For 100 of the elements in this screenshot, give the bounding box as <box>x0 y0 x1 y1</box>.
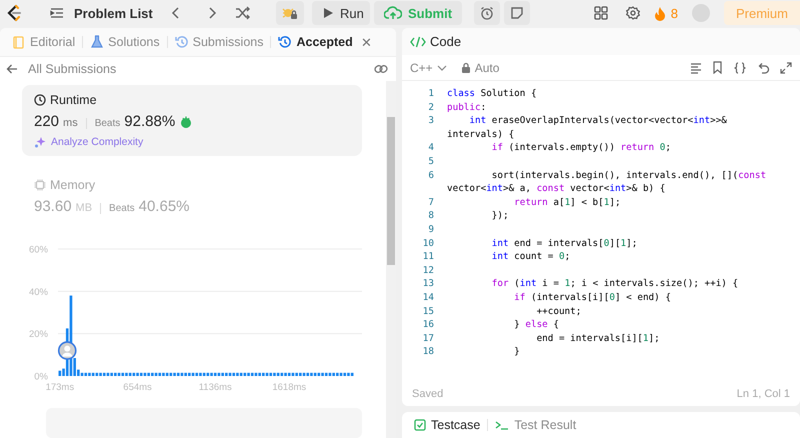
alarm-clock-button[interactable] <box>474 1 500 25</box>
histogram-bar[interactable] <box>254 372 258 376</box>
link-icon[interactable] <box>374 63 388 75</box>
histogram-bar[interactable] <box>154 372 158 376</box>
histogram-bar[interactable] <box>88 372 91 376</box>
histogram-bar[interactable] <box>125 372 128 376</box>
histogram-bar[interactable] <box>262 372 265 376</box>
histogram-bar[interactable] <box>250 372 254 376</box>
histogram-bar[interactable] <box>288 372 291 376</box>
histogram-bar[interactable] <box>202 372 206 376</box>
shuffle-icon[interactable] <box>234 6 251 20</box>
histogram-bar[interactable] <box>140 372 143 376</box>
debug-button[interactable] <box>276 1 304 25</box>
histogram-bar[interactable] <box>77 370 80 376</box>
histogram-bar[interactable] <box>269 372 272 376</box>
histogram-bar[interactable] <box>340 372 342 376</box>
stat-card[interactable]: Runtime 220 ms Beats 92.88% Analyze Complexity <box>22 85 362 156</box>
histogram-bar[interactable] <box>192 372 194 376</box>
histogram-bar[interactable] <box>128 372 132 376</box>
undo-icon[interactable] <box>757 62 770 74</box>
histogram-bar[interactable] <box>166 372 168 376</box>
histogram-bar[interactable] <box>99 372 102 376</box>
histogram-bar[interactable] <box>318 372 320 376</box>
histogram-bar[interactable] <box>343 372 346 376</box>
histogram-bar[interactable] <box>80 372 84 376</box>
histogram-bar[interactable] <box>310 372 313 376</box>
histogram-bar[interactable] <box>347 372 350 376</box>
list-icon[interactable] <box>50 7 64 19</box>
histogram-bar[interactable] <box>147 372 150 376</box>
chevron-left-icon[interactable] <box>170 6 181 20</box>
histogram-bar[interactable] <box>332 372 335 376</box>
histogram-bar[interactable] <box>92 372 94 376</box>
back-arrow-icon[interactable] <box>6 63 18 75</box>
histogram-bar[interactable] <box>225 372 228 376</box>
histogram-bar[interactable] <box>96 372 98 376</box>
histogram-bar[interactable] <box>258 372 261 376</box>
histogram-bar[interactable] <box>314 372 316 376</box>
histogram-bar[interactable] <box>62 368 65 376</box>
histogram-bar[interactable] <box>114 372 117 376</box>
tab[interactable]: Testcase <box>410 418 484 432</box>
histogram-bar[interactable] <box>221 372 224 376</box>
histogram-bar[interactable] <box>299 372 302 376</box>
tab[interactable]: Accepted <box>274 30 357 54</box>
histogram-bar[interactable] <box>280 372 284 376</box>
histogram-bar[interactable] <box>292 372 294 376</box>
settings-icon[interactable] <box>626 6 640 20</box>
histogram-bar[interactable] <box>199 372 202 376</box>
bookmark-icon[interactable] <box>712 61 723 74</box>
histogram-bar[interactable] <box>306 372 310 376</box>
histogram-bar[interactable] <box>110 372 113 376</box>
all-submissions-link[interactable]: All Submissions <box>28 62 116 76</box>
histogram-bar[interactable] <box>176 372 180 376</box>
histogram-bar[interactable] <box>273 372 276 376</box>
histogram-bar[interactable] <box>58 370 62 376</box>
histogram-bar[interactable] <box>136 372 139 376</box>
format-icon[interactable] <box>690 62 702 74</box>
histogram-bar[interactable] <box>195 372 198 376</box>
mode-label[interactable]: Auto <box>474 60 500 74</box>
histogram-bar[interactable] <box>73 358 76 376</box>
histogram-bar[interactable] <box>144 372 146 376</box>
histogram-bar[interactable] <box>228 372 232 376</box>
histogram-bar[interactable] <box>218 372 220 376</box>
histogram-bar[interactable] <box>236 372 239 376</box>
user-avatar-marker[interactable] <box>58 341 77 360</box>
histogram-bar[interactable] <box>214 372 217 376</box>
tab[interactable]: Submissions <box>170 30 268 54</box>
histogram-bar[interactable] <box>151 372 154 376</box>
premium-button[interactable]: Premium <box>724 1 800 25</box>
note-button[interactable] <box>504 1 530 25</box>
histogram-bar[interactable] <box>276 372 280 376</box>
histogram-bar[interactable] <box>158 372 162 376</box>
histogram-bar[interactable] <box>295 372 298 376</box>
histogram-bar[interactable] <box>232 372 236 376</box>
language-dropdown[interactable]: C++ <box>410 60 447 74</box>
histogram-bar[interactable] <box>188 372 191 376</box>
histogram-bar[interactable] <box>324 372 328 376</box>
histogram-bar[interactable] <box>102 372 106 376</box>
histogram-bar[interactable] <box>321 372 324 376</box>
tab[interactable]: Editorial <box>8 30 80 54</box>
histogram-bar[interactable] <box>336 372 339 376</box>
histogram-bar[interactable] <box>184 372 187 376</box>
run-button[interactable]: Run <box>312 1 370 25</box>
close-button[interactable]: ✕ <box>360 34 372 50</box>
histogram-bar[interactable] <box>170 372 172 376</box>
problem-list-link[interactable]: Problem List <box>74 6 153 20</box>
histogram-bar[interactable] <box>106 372 110 376</box>
histogram-bar[interactable] <box>247 372 250 376</box>
expand-icon[interactable] <box>780 62 792 74</box>
histogram-bar[interactable] <box>284 372 287 376</box>
analyze-complexity-button[interactable]: Analyze Complexity <box>34 136 350 148</box>
scrollbar[interactable] <box>386 81 396 438</box>
histogram-bar[interactable] <box>240 372 242 376</box>
histogram-bar[interactable] <box>206 372 210 376</box>
histogram-bar[interactable] <box>266 372 268 376</box>
histogram-bar[interactable] <box>328 372 332 376</box>
braces-icon[interactable] <box>733 62 747 74</box>
tab[interactable]: Solutions <box>86 30 164 54</box>
histogram-bar[interactable] <box>302 372 306 376</box>
histogram-bar[interactable] <box>121 372 124 376</box>
chevron-right-icon[interactable] <box>206 6 217 20</box>
